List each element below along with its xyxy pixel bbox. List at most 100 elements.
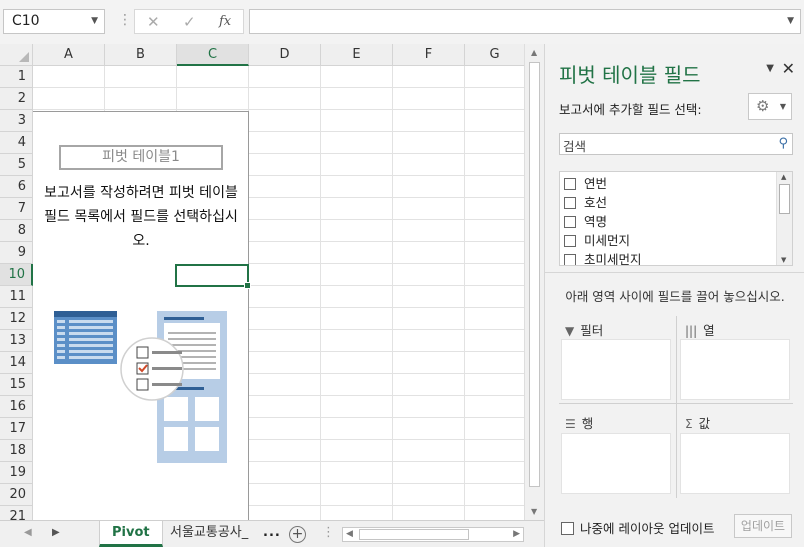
scroll-up-icon[interactable]: ▲ (531, 48, 537, 57)
values-drop-area[interactable] (680, 433, 790, 494)
pane-options-icon[interactable]: ▼ (766, 63, 774, 74)
expand-formula-icon[interactable]: ▼ (787, 16, 794, 26)
select-all-button[interactable] (0, 44, 33, 66)
row-header-19[interactable]: 19 (0, 462, 33, 484)
selected-cell[interactable] (175, 264, 251, 289)
field-item[interactable]: 역명 (564, 211, 607, 230)
horizontal-scroll-thumb[interactable] (359, 529, 469, 540)
area-divider-horizontal (559, 403, 793, 404)
field-checkbox[interactable] (564, 253, 576, 265)
field-label: 역명 (584, 214, 608, 229)
row-header-3[interactable]: 3 (0, 110, 33, 132)
worksheet-grid[interactable]: ABCDEFG 1 2 3 4 5 6 7 8 9 10 11 12 13 14 15 16 17 18 19 20 2… (0, 44, 524, 520)
tab-seoul-metro[interactable]: 서울교통공사_ (158, 521, 260, 547)
more-sheets-button[interactable]: ... (263, 525, 281, 540)
field-checkbox[interactable] (564, 177, 576, 190)
field-label: 미세먼지 (584, 233, 631, 248)
row-header-14[interactable]: 14 (0, 352, 33, 374)
prev-sheet-icon[interactable]: ◀ (24, 527, 32, 538)
row-header-5[interactable]: 5 (0, 154, 33, 176)
field-item[interactable]: 호선 (564, 192, 607, 211)
pane-title: 피벗 테이블 필드 (559, 63, 701, 87)
row-header-13[interactable]: 13 (0, 330, 33, 352)
sheet-tab-bar: ◀ ▶ Pivot 서울교통공사_ ... + ⋮ ◀ ▶ (0, 520, 544, 547)
gridline (392, 66, 393, 520)
row-header-18[interactable]: 18 (0, 440, 33, 462)
pivot-fields-pane: 피벗 테이블 필드 ▼ ✕ 보고서에 추가할 필드 선택: ⚙ ▼ 검색 ⚲ 연… (544, 44, 804, 547)
columns-area-label: ||| 열 (685, 320, 715, 339)
formula-bar: C10 ▼ ⋮ ✕ ✓ fx ▼ (0, 0, 804, 44)
defer-layout-update[interactable]: 나중에 레이아웃 업데이트 (561, 518, 714, 537)
columns-drop-area[interactable] (680, 339, 790, 400)
function-icon[interactable]: fx (219, 14, 231, 29)
search-icon[interactable]: ⚲ (778, 136, 788, 151)
column-header-d[interactable]: D (249, 44, 321, 66)
row-header-21[interactable]: 21 (0, 506, 33, 520)
splitter-icon[interactable]: ⋮ (322, 525, 335, 540)
row-header-12[interactable]: 12 (0, 308, 33, 330)
tools-button[interactable]: ⚙ ▼ (748, 93, 792, 120)
field-checkbox[interactable] (564, 196, 576, 209)
field-checkbox[interactable] (564, 215, 576, 228)
field-search-input[interactable]: 검색 ⚲ (559, 133, 793, 155)
row-header-8[interactable]: 8 (0, 220, 33, 242)
field-label: 호선 (584, 195, 608, 210)
column-header-a[interactable]: A (33, 44, 105, 66)
field-item[interactable]: 미세먼지 (564, 230, 630, 249)
row-header-2[interactable]: 2 (0, 88, 33, 110)
filter-icon: ▼ (565, 324, 575, 338)
field-checkbox[interactable] (564, 234, 576, 247)
gridline (320, 66, 321, 520)
chevron-down-icon: ▼ (779, 102, 786, 111)
field-item[interactable]: 초미세먼지 (564, 249, 642, 265)
row-header-1[interactable]: 1 (0, 66, 33, 88)
filter-drop-area[interactable] (561, 339, 671, 400)
rows-drop-area[interactable] (561, 433, 671, 494)
scroll-down-icon[interactable]: ▼ (781, 256, 786, 264)
column-header-f[interactable]: F (393, 44, 465, 66)
column-header-b[interactable]: B (105, 44, 177, 66)
close-icon[interactable]: ✕ (782, 59, 795, 78)
rows-label: 행 (581, 416, 594, 431)
tab-pivot[interactable]: Pivot (99, 521, 163, 547)
next-sheet-icon[interactable]: ▶ (52, 527, 60, 538)
row-header-11[interactable]: 11 (0, 286, 33, 308)
row-header-4[interactable]: 4 (0, 132, 33, 154)
row-header-20[interactable]: 20 (0, 484, 33, 506)
name-box-value: C10 (12, 13, 40, 29)
row-header-9[interactable]: 9 (0, 242, 33, 264)
defer-checkbox[interactable] (561, 522, 574, 535)
scroll-right-icon[interactable]: ▶ (513, 529, 520, 539)
filter-label: 필터 (580, 323, 604, 338)
excel-window: C10 ▼ ⋮ ✕ ✓ fx ▼ ABCDEFG 1 2 3 4 5 6 7 8 9 10 11 12… (0, 0, 804, 547)
pivot-illustration-icon (54, 311, 227, 463)
dropdown-icon[interactable]: ▼ (91, 16, 98, 26)
column-header-g[interactable]: G (465, 44, 524, 66)
row-header-10[interactable]: 10 (0, 264, 33, 286)
update-button[interactable]: 업데이트 (734, 514, 792, 538)
field-list-scrollbar[interactable]: ▲ ▼ (776, 172, 792, 265)
row-header-6[interactable]: 6 (0, 176, 33, 198)
add-sheet-icon[interactable]: + (289, 526, 306, 543)
gridline (464, 66, 465, 520)
row-header-7[interactable]: 7 (0, 198, 33, 220)
vertical-scrollbar[interactable]: ▲ ▼ (524, 44, 544, 520)
row-header-17[interactable]: 17 (0, 418, 33, 440)
formula-input[interactable]: ▼ (249, 9, 801, 34)
column-header-e[interactable]: E (321, 44, 393, 66)
scroll-up-icon[interactable]: ▲ (781, 173, 786, 181)
column-header-c[interactable]: C (177, 44, 249, 66)
enter-icon[interactable]: ✓ (183, 13, 196, 31)
field-item[interactable]: 연번 (564, 173, 607, 192)
scroll-down-icon[interactable]: ▼ (531, 507, 537, 516)
field-list-scroll-thumb[interactable] (779, 184, 790, 214)
values-area-label: Σ값 (685, 413, 710, 432)
scroll-left-icon[interactable]: ◀ (346, 529, 353, 539)
vertical-scroll-thumb[interactable] (529, 62, 540, 487)
area-divider-vertical (676, 316, 677, 498)
name-box[interactable]: C10 ▼ (3, 9, 105, 34)
horizontal-scrollbar[interactable]: ◀ ▶ (342, 527, 524, 542)
cancel-icon[interactable]: ✕ (147, 13, 160, 31)
row-header-15[interactable]: 15 (0, 374, 33, 396)
row-header-16[interactable]: 16 (0, 396, 33, 418)
